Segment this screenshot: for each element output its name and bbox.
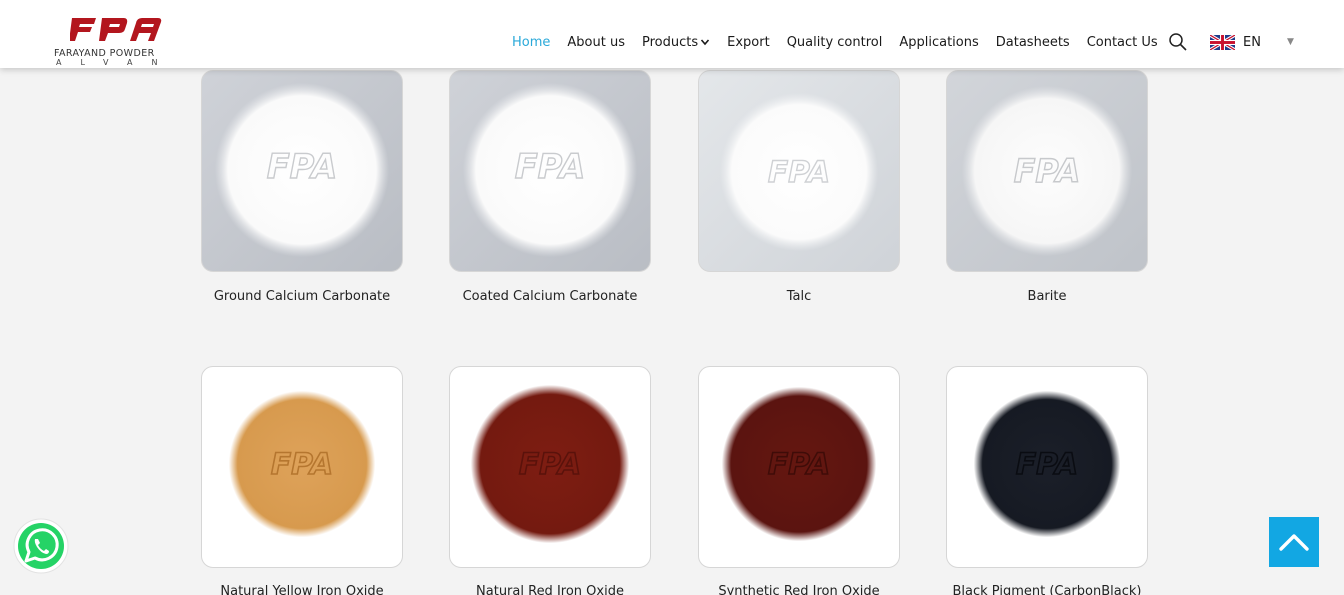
nav-item-export[interactable]: Export [727, 35, 770, 50]
product-card-ground-calcium-carbonate[interactable]: FPA [201, 70, 403, 272]
product-card-natural-red-iron-oxide[interactable]: FPA [449, 366, 651, 568]
nav-item-about[interactable]: About us [567, 35, 625, 50]
svg-text:FPA: FPA [519, 447, 581, 482]
chevron-down-icon [701, 39, 710, 46]
product-card-black-pigment[interactable]: FPA [946, 366, 1148, 568]
svg-text:FPA: FPA [271, 447, 333, 482]
nav-item-home[interactable]: Home [512, 35, 550, 50]
nav-item-quality-control[interactable]: Quality control [787, 35, 883, 50]
nav-label: Export [727, 34, 770, 50]
powder-image: FPA [719, 92, 879, 252]
language-code: EN [1243, 34, 1261, 50]
powder-image: FPA [214, 82, 390, 258]
powder-image: FPA [973, 390, 1121, 538]
svg-text:FPA: FPA [1016, 447, 1078, 482]
nav-label: Home [512, 34, 551, 50]
nav-item-contact[interactable]: Contact Us [1087, 35, 1158, 50]
whatsapp-icon[interactable] [13, 518, 69, 574]
powder-image: FPA [470, 384, 630, 544]
svg-text:FPA: FPA [768, 447, 830, 482]
nav-label: About us [567, 34, 625, 50]
product-label[interactable]: Natural Red Iron Oxide [449, 584, 651, 595]
language-selector[interactable]: EN ▼ [1210, 32, 1294, 52]
product-card-natural-yellow-iron-oxide[interactable]: FPA [201, 366, 403, 568]
product-card-barite[interactable]: FPA [946, 70, 1148, 272]
powder-image: FPA [721, 386, 877, 542]
nav-item-datasheets[interactable]: Datasheets [996, 35, 1070, 50]
powder-image: FPA [961, 85, 1133, 257]
product-label[interactable]: Barite [946, 289, 1148, 304]
svg-text:FPA: FPA [267, 147, 338, 186]
nav-label: Products [641, 34, 699, 50]
chevron-up-icon [1279, 534, 1309, 551]
company-subname: ALVAN [56, 58, 176, 67]
search-icon[interactable] [1168, 32, 1188, 52]
product-label[interactable]: Natural Yellow Iron Oxide [201, 584, 403, 595]
nav-label: Applications [899, 34, 979, 50]
svg-text:FPA: FPA [768, 155, 830, 190]
nav-label: Contact Us [1086, 34, 1158, 50]
nav-label: Quality control [786, 34, 883, 50]
product-label[interactable]: Talc [698, 289, 900, 304]
uk-flag-icon [1210, 34, 1235, 50]
product-label[interactable]: Black Pigment (CarbonBlack) [946, 584, 1148, 595]
product-card-synthetic-red-iron-oxide[interactable]: FPA [698, 366, 900, 568]
powder-image: FPA [228, 390, 376, 538]
powder-image: FPA [462, 82, 638, 258]
site-header: FARAYAND POWDER ALVAN Home About us Prod… [0, 0, 1344, 68]
product-card-coated-calcium-carbonate[interactable]: FPA [449, 70, 651, 272]
product-card-talc[interactable]: FPA [698, 70, 900, 272]
fpa-logo-icon [70, 18, 162, 41]
site-logo[interactable]: FARAYAND POWDER ALVAN [54, 14, 178, 68]
svg-text:FPA: FPA [1014, 154, 1080, 190]
nav-item-applications[interactable]: Applications [899, 35, 978, 50]
main-nav: Home About us Products Export Quality co… [512, 32, 1175, 52]
caret-down-icon: ▼ [1286, 37, 1294, 47]
product-label[interactable]: Coated Calcium Carbonate [449, 289, 651, 304]
product-label[interactable]: Synthetic Red Iron Oxide [698, 584, 900, 595]
product-label[interactable]: Ground Calcium Carbonate [201, 289, 403, 304]
back-to-top-button[interactable] [1269, 517, 1319, 567]
nav-label: Datasheets [995, 34, 1070, 50]
svg-text:FPA: FPA [515, 147, 586, 186]
nav-item-products[interactable]: Products [642, 35, 710, 50]
